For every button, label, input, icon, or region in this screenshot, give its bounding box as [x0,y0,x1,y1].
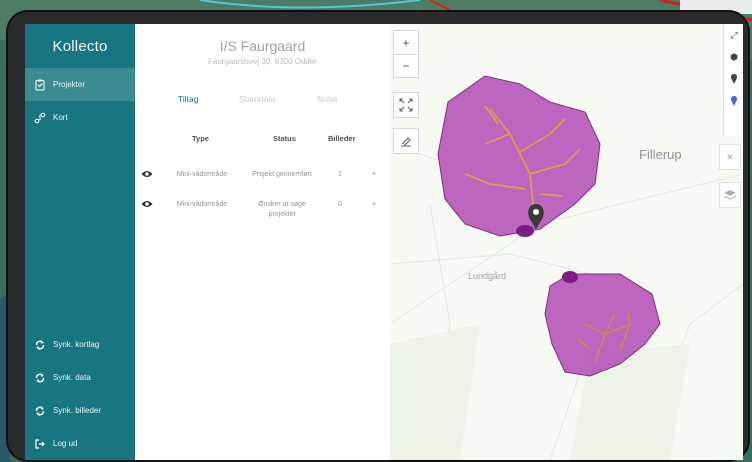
map-view[interactable]: Fillerup Lundgård + − ⤢ ⬢ ✕ [390,24,743,460]
eye-icon[interactable] [141,169,153,183]
measure-button[interactable] [393,128,419,154]
sidebar-item-label: Synk. kortlag [53,340,100,349]
sidebar: Kollecto Projekter Kort Synk. kortlag Sy… [25,24,135,460]
zoom-out-button[interactable]: − [393,54,419,78]
map-label-lundgaard: Lundgård [468,271,507,281]
sidebar-bottom-menu: Synk. kortlag Synk. data Synk. billeder [25,328,135,460]
hexagon-icon[interactable]: ⬢ [724,46,743,68]
wetland-outlet [562,271,578,283]
zoom-in-button[interactable]: + [393,30,419,54]
row-type: Mini-vådområde [176,171,228,178]
location-pin-icon[interactable] [724,90,743,112]
sidebar-item-label: Log ud [53,439,78,448]
logout-button[interactable]: Log ud [25,427,135,460]
expand-icon[interactable]: ⤢ [724,24,743,46]
close-icon[interactable]: ✕ [719,144,741,170]
tab-stamdata[interactable]: Stamdata [239,94,275,104]
table-row[interactable]: Mini-vådområde Projekt gennemført 2 × [135,170,390,194]
zoom-extent-button[interactable] [393,92,419,118]
eye-icon[interactable] [141,199,153,213]
tab-notat[interactable]: Notat [317,94,337,104]
logout-icon [33,437,47,451]
row-status: Projekt gennemført [252,171,312,178]
project-tabs: Tiltag Stamdata Notat [135,94,390,108]
table-header: Type Status Billeder [135,134,390,146]
sidebar-item-label: Kort [53,113,68,122]
map-label-fillerup: Fillerup [639,147,682,162]
column-header-type: Type [192,134,209,143]
layers-icon[interactable] [719,182,741,208]
remove-row-button[interactable]: × [369,200,379,210]
sidebar-item-kort[interactable]: Kort [25,101,135,134]
tab-tiltag[interactable]: Tiltag [178,94,198,104]
map-canvas [390,75,743,460]
sidebar-item-projekter[interactable]: Projekter [25,68,135,101]
clipboard-icon [33,78,47,92]
row-status-line: Ønsker at søge [258,201,306,208]
sidebar-item-label: Synk. billeder [53,406,102,415]
project-panel: I/S Faurgaard Faurgaardsvej 30, 8300 Odd… [135,24,390,460]
app-brand: Kollecto [52,37,108,55]
sidebar-item-label: Synk. data [53,373,91,382]
map-route-icon [33,111,47,125]
project-address: Faurgaardsvej 30, 8300 Odder [208,57,317,66]
sync-data-button[interactable]: Synk. data [25,361,135,394]
app-screen: Kollecto Projekter Kort Synk. kortlag Sy… [25,24,743,460]
row-image-count: 2 [338,171,342,178]
column-header-status: Status [273,134,296,143]
project-title: I/S Faurgaard [219,38,306,54]
column-header-images: Billeder [328,134,356,143]
row-status: Ønsker at søge projektet [245,200,319,220]
sync-icon [33,404,47,418]
pin-icon[interactable] [724,68,743,90]
sync-icon [33,371,47,385]
remove-row-button[interactable]: × [369,170,379,180]
sync-images-button[interactable]: Synk. billeder [25,394,135,427]
wetland-area [437,75,601,237]
sidebar-item-label: Projekter [53,80,86,89]
sync-icon [33,338,47,352]
expand-arrows-icon [399,98,413,112]
sync-layers-button[interactable]: Synk. kortlag [25,328,135,361]
row-image-count: 0 [338,201,342,208]
ruler-pencil-icon [401,137,411,147]
row-status-line: projektet [268,211,296,218]
tablet-frame: Kollecto Projekter Kort Synk. kortlag Sy… [6,10,750,462]
row-type: Mini-vådområde [176,201,228,208]
map-toolbar: ⤢ ⬢ [723,24,743,136]
wetland-outlet [516,225,534,237]
table-row[interactable]: Mini-vådområde Ønsker at søge projektet 0… [135,200,390,224]
